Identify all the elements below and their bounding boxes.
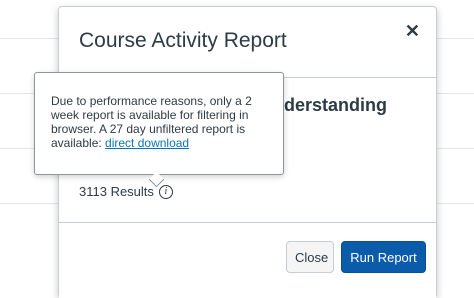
background-divider bbox=[0, 203, 58, 204]
close-icon[interactable]: ✕ bbox=[405, 21, 420, 42]
results-count: 3113 Results i bbox=[79, 184, 173, 199]
background-divider bbox=[435, 148, 474, 149]
background-divider bbox=[435, 203, 474, 204]
info-icon[interactable]: i bbox=[158, 184, 173, 199]
info-tooltip: Due to performance reasons, only a 2 wee… bbox=[34, 72, 284, 175]
background-divider bbox=[435, 93, 474, 94]
modal-footer: Close Run Report bbox=[59, 222, 436, 298]
results-label: 3113 Results bbox=[79, 184, 154, 199]
background-divider bbox=[435, 38, 474, 39]
run-report-button[interactable]: Run Report bbox=[341, 241, 426, 273]
direct-download-link[interactable]: direct download bbox=[105, 136, 189, 150]
section-heading: derstanding bbox=[284, 95, 388, 115]
close-button[interactable]: Close bbox=[286, 241, 334, 273]
modal-header: Course Activity Report ✕ bbox=[59, 7, 436, 78]
modal-title: Course Activity Report bbox=[79, 29, 287, 52]
background-divider bbox=[0, 38, 58, 39]
